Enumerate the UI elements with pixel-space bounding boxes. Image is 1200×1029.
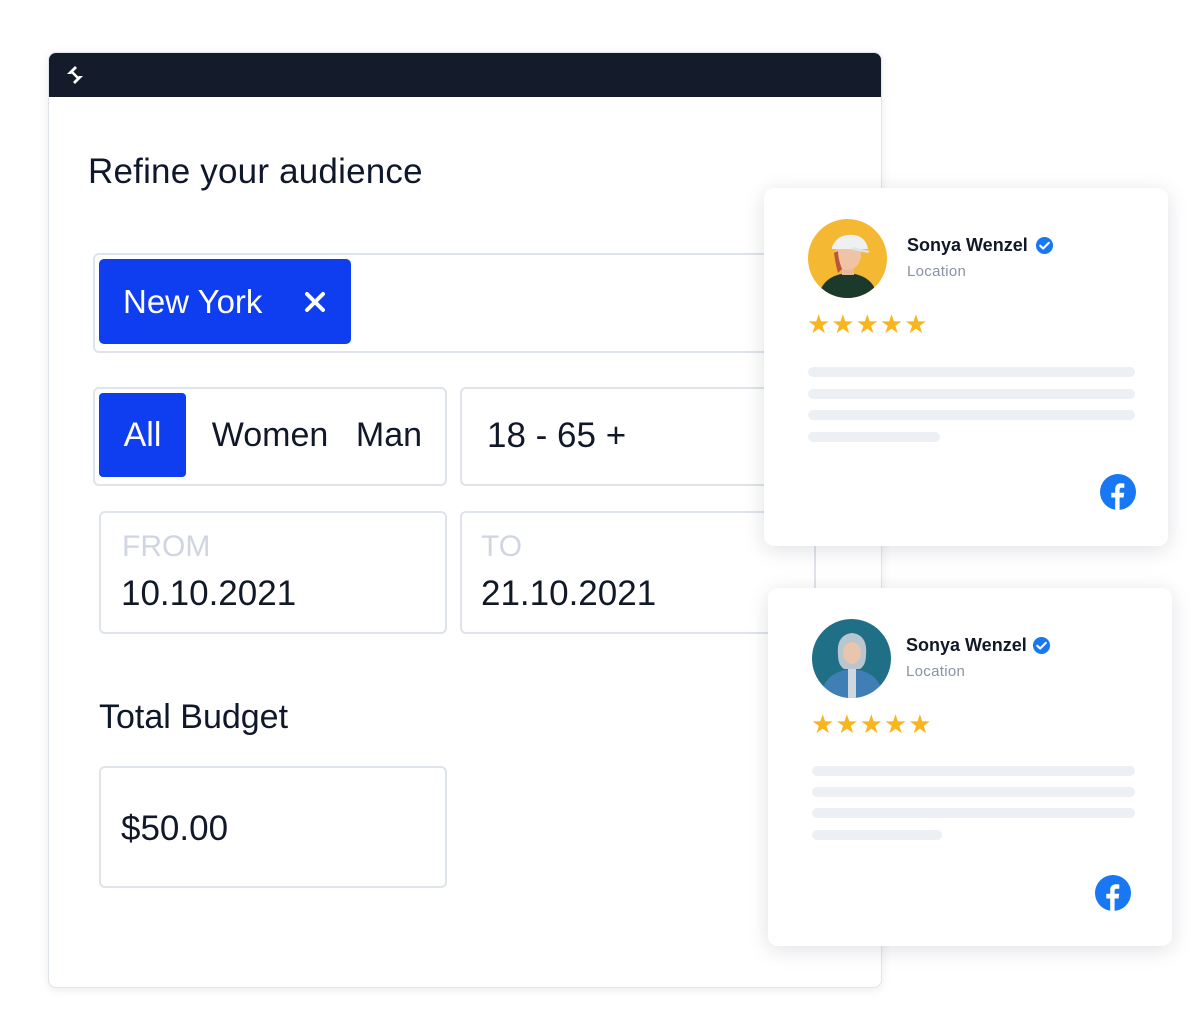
reviewer-location: Location [907,263,967,280]
verified-badge-icon [1032,636,1051,655]
from-date-value: 10.10.2021 [121,574,297,613]
review-text-placeholder [812,766,1135,776]
to-date-label: TO [481,530,523,563]
review-text-placeholder [808,432,940,442]
review-text-placeholder [812,808,1135,818]
star-rating: ★★★★★ [811,709,933,739]
budget-value: $50.00 [121,809,229,848]
from-date-label: FROM [122,530,211,563]
facebook-icon[interactable] [1100,474,1136,510]
app-logo-icon [67,66,83,84]
review-text-placeholder [812,830,942,840]
location-chip[interactable]: New York [99,259,351,344]
avatar [812,619,891,698]
review-card: Sonya Wenzel Location ★★★★★ [764,188,1168,546]
page-title: Refine your audience [88,152,423,191]
facebook-icon[interactable] [1095,875,1131,911]
avatar [808,219,887,298]
gender-option-all[interactable]: All [99,393,186,477]
to-date-value: 21.10.2021 [481,574,657,613]
window-titlebar [49,53,881,97]
gender-option-women[interactable]: Women [206,393,334,477]
review-text-placeholder [808,389,1135,399]
review-text-placeholder [808,410,1135,420]
reviewer-name: Sonya Wenzel [907,235,1028,255]
star-rating: ★★★★★ [807,309,929,339]
gender-option-man[interactable]: Man [349,393,429,477]
verified-badge-icon [1035,236,1054,255]
review-text-placeholder [812,787,1135,797]
budget-title: Total Budget [99,698,289,736]
location-chip-label: New York [123,282,263,320]
review-card: Sonya Wenzel Location ★★★★★ [768,588,1172,946]
close-icon[interactable] [301,288,329,316]
age-range-value: 18 - 65 + [487,416,627,455]
reviewer-location: Location [906,663,966,680]
reviewer-name: Sonya Wenzel [906,635,1027,655]
review-text-placeholder [808,367,1135,377]
